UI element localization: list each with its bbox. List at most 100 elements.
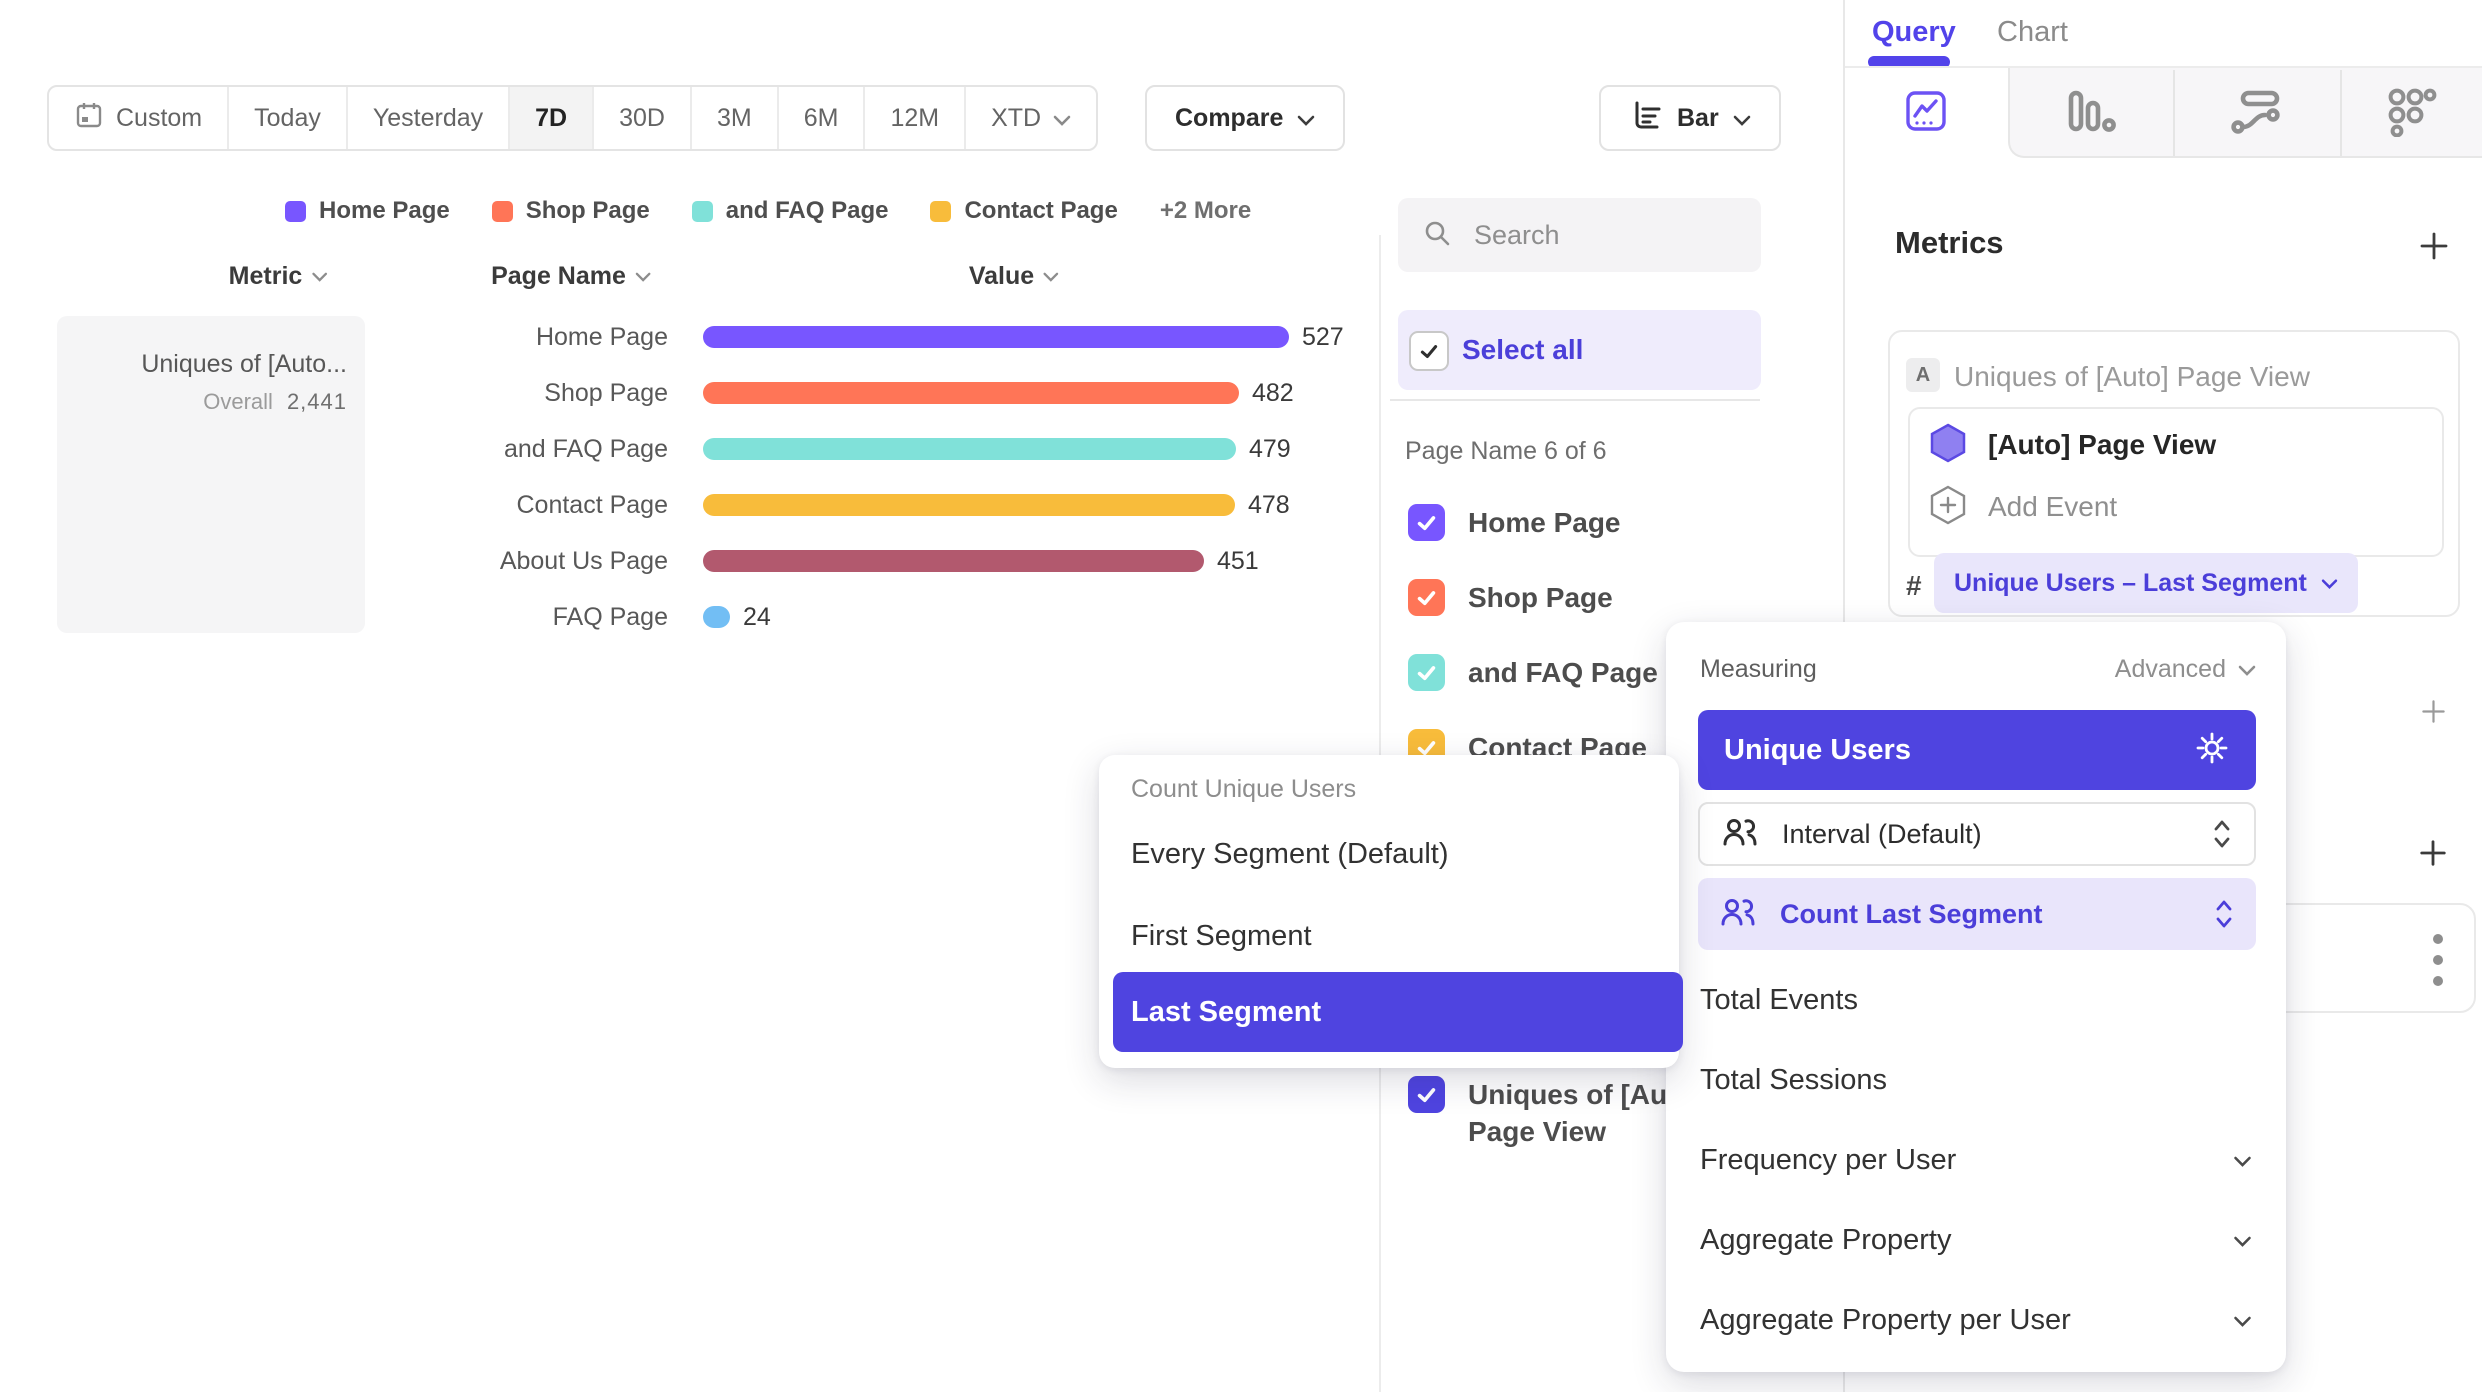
range-6m[interactable]: 6M (779, 87, 866, 149)
add-filter-button[interactable] (2420, 698, 2447, 730)
range-yesterday[interactable]: Yesterday (348, 87, 510, 149)
measure-option-frequency-per-user[interactable]: Frequency per User (1700, 1144, 2252, 1177)
bar-segment (703, 606, 730, 628)
people-icon (1722, 817, 1758, 852)
range-30d[interactable]: 30D (594, 87, 692, 149)
bar-segment (703, 438, 1236, 460)
measure-pill[interactable]: Unique Users – Last Segment (1934, 553, 2358, 613)
checkbox[interactable] (1408, 579, 1445, 616)
event-name[interactable]: [Auto] Page View (1988, 429, 2216, 461)
checkbox[interactable] (1408, 654, 1445, 691)
check-icon (1415, 511, 1438, 534)
measuring-title: Measuring (1700, 655, 1817, 684)
plus-icon (2420, 698, 2447, 725)
menu-option-last-segment[interactable]: Last Segment (1113, 972, 1683, 1052)
selected-option-label: Last Segment (1131, 996, 1321, 1029)
select-all-checkbox[interactable] (1409, 331, 1449, 371)
legend-item[interactable]: Shop Page (492, 197, 650, 225)
legend-item[interactable]: and FAQ Page (692, 197, 889, 225)
bar-chart-icon (1629, 98, 1663, 139)
range-7d[interactable]: 7D (510, 87, 594, 149)
range-3m[interactable]: 3M (692, 87, 779, 149)
select-all-row[interactable]: Select all (1398, 310, 1761, 390)
check-icon (1418, 340, 1440, 362)
event-hexagon-icon (1930, 423, 1966, 468)
header-label: Value (969, 262, 1034, 291)
bar-value: 451 (1217, 547, 1259, 576)
bar-value: 478 (1248, 491, 1290, 520)
add-event-hexagon-icon (1930, 485, 1966, 530)
compare-button[interactable]: Compare (1145, 85, 1345, 151)
analytics-app: Custom Today Yesterday 7D 30D 3M 6M 12M … (0, 0, 2482, 1392)
chevron-down-icon (635, 271, 651, 282)
legend-label: Home Page (319, 197, 450, 225)
measure-option-aggregate-property[interactable]: Aggregate Property (1700, 1224, 2252, 1257)
kebab-menu-icon[interactable] (2432, 931, 2444, 994)
option-label: Frequency per User (1700, 1144, 1956, 1177)
column-header-value[interactable]: Value (969, 262, 1059, 291)
bar-row-label: and FAQ Page (0, 435, 668, 464)
retention-icon (2385, 85, 2437, 142)
add-metric-button[interactable] (2418, 230, 2450, 267)
range-12m[interactable]: 12M (865, 87, 966, 149)
filter-item-label: Home Page (1468, 507, 1621, 539)
menu-option-every-segment[interactable]: Every Segment (Default) (1131, 838, 1449, 871)
measure-row-interval[interactable]: Interval (Default) (1698, 802, 2256, 866)
chart-legend: Home Page Shop Page and FAQ Page Contact Pa… (285, 197, 1251, 225)
range-custom[interactable]: Custom (49, 87, 229, 149)
measure-option-total-events[interactable]: Total Events (1700, 984, 2252, 1017)
search-box (1398, 198, 1761, 272)
range-xtd[interactable]: XTD (966, 87, 1096, 149)
measure-option-unique-users[interactable]: Unique Users (1698, 710, 2256, 790)
range-label: Today (254, 104, 321, 133)
checkbox[interactable] (1408, 504, 1445, 541)
tab-retention[interactable] (2340, 68, 2482, 158)
legend-label: Contact Page (964, 197, 1117, 225)
bar-value: 479 (1249, 435, 1291, 464)
legend-swatch (930, 201, 951, 222)
legend-label: Shop Page (526, 197, 650, 225)
calendar-icon (74, 100, 104, 137)
legend-item[interactable]: Home Page (285, 197, 450, 225)
column-header-page-name[interactable]: Page Name (491, 262, 651, 291)
tab-query[interactable]: Query (1872, 16, 1956, 49)
bar-row-label: About Us Page (0, 547, 668, 576)
range-today[interactable]: Today (229, 87, 348, 149)
legend-more[interactable]: +2 More (1160, 197, 1251, 225)
check-icon (1415, 661, 1438, 684)
plus-icon (2418, 230, 2450, 262)
tab-funnels[interactable] (2008, 68, 2173, 158)
range-label: 7D (535, 104, 567, 133)
chevron-down-icon (1733, 104, 1751, 133)
check-icon (1415, 1083, 1438, 1106)
chart-type-button[interactable]: Bar (1599, 85, 1781, 151)
add-event-button[interactable]: Add Event (1988, 491, 2117, 523)
tab-chart[interactable]: Chart (1997, 16, 2068, 49)
option-label: Total Events (1700, 984, 1858, 1017)
header-label: Page Name (491, 262, 626, 291)
bar-row-label: Shop Page (0, 379, 668, 408)
measure-option-total-sessions[interactable]: Total Sessions (1700, 1064, 2252, 1097)
interval-label: Interval (Default) (1782, 819, 2188, 850)
funnels-icon (2065, 87, 2117, 140)
checkbox[interactable] (1408, 1076, 1445, 1113)
filter-item-label: and FAQ Page (1468, 657, 1658, 689)
measure-pill-label: Unique Users – Last Segment (1954, 569, 2307, 598)
add-breakdown-button[interactable] (2418, 838, 2448, 873)
tab-flows[interactable] (2173, 68, 2340, 158)
column-header-metric[interactable]: Metric (229, 262, 328, 291)
tab-insights[interactable] (1844, 68, 2008, 158)
range-label: 6M (804, 104, 839, 133)
check-icon (1415, 586, 1438, 609)
filter-item[interactable]: Home Page (1398, 495, 1761, 551)
legend-item[interactable]: Contact Page (930, 197, 1117, 225)
measure-row-count-last-segment[interactable]: Count Last Segment (1698, 878, 2256, 950)
measure-option-aggregate-property-per-user[interactable]: Aggregate Property per User (1700, 1304, 2252, 1337)
menu-option-first-segment[interactable]: First Segment (1131, 920, 1312, 953)
chevron-down-icon (1043, 271, 1059, 282)
gear-icon[interactable] (2194, 730, 2230, 771)
advanced-toggle[interactable]: Advanced (2115, 655, 2256, 684)
search-icon (1422, 218, 1452, 253)
search-input[interactable] (1472, 219, 1716, 252)
filter-item[interactable]: Shop Page (1398, 570, 1761, 626)
